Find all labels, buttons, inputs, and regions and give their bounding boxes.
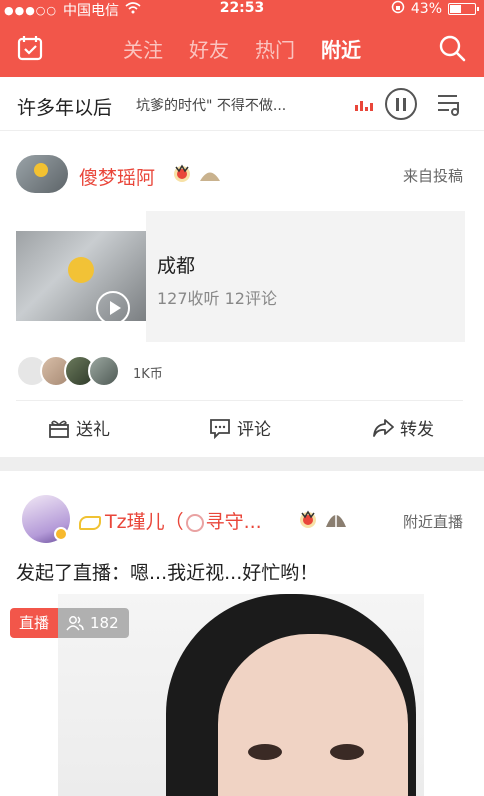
battery-icon	[448, 3, 479, 15]
emoji-icon	[185, 513, 204, 532]
vip-badge-icon	[54, 527, 68, 541]
tab-hot[interactable]: 热门	[255, 34, 295, 63]
battery-fill	[450, 5, 462, 13]
avatar[interactable]	[22, 495, 70, 543]
rank-badge-icon	[298, 509, 318, 529]
avatar[interactable]	[16, 155, 68, 193]
viewer-count-text: 182	[90, 614, 119, 632]
action-bar: 送礼 评论 转发	[0, 415, 484, 445]
play-icon[interactable]	[96, 291, 130, 321]
audio-card[interactable]: 成都 127收听 12评论	[16, 211, 465, 342]
comment-label: 评论	[237, 420, 271, 440]
share-button[interactable]: 转发	[372, 415, 434, 440]
audio-stats: 127收听 12评论	[157, 289, 277, 308]
divider	[16, 400, 463, 401]
section-separator	[0, 457, 484, 471]
scrolling-ticker: 坑爹的时代" 不得不做...	[136, 98, 287, 114]
audio-title: 成都	[157, 255, 196, 277]
search-icon[interactable]	[438, 34, 466, 62]
audio-thumbnail[interactable]	[16, 231, 146, 321]
tab-bar: 关注 好友 热门 附近	[0, 34, 484, 63]
viewer-count: 182	[58, 608, 129, 638]
post-source: 来自投稿	[402, 167, 463, 185]
comment-button[interactable]: 评论	[209, 415, 271, 440]
coin-count: 1K币	[133, 367, 163, 382]
equalizer-icon	[355, 101, 373, 111]
level-badge-icon	[324, 509, 348, 529]
rotation-lock-icon	[391, 0, 405, 18]
main-nav: 关注 好友 热门 附近	[0, 28, 484, 72]
share-icon	[373, 418, 394, 437]
gift-senders[interactable]	[16, 355, 120, 387]
tab-follow[interactable]: 关注	[123, 34, 163, 63]
battery-percent: 43%	[410, 1, 442, 17]
top-bar: ●●●○○ 中国电信 22:53 43% 关注 好友 热门 附近	[0, 0, 484, 77]
live-badge: 直播 182	[10, 608, 129, 638]
battery-group: 43%	[391, 0, 479, 18]
gift-icon	[49, 420, 69, 438]
now-playing-bar[interactable]: 许多年以后 坑爹的时代" 不得不做...	[0, 77, 484, 131]
pause-button[interactable]	[385, 88, 417, 120]
username-text: Tz瑾儿（	[105, 511, 184, 533]
feed-post: 傻梦瑶阿 来自投稿 成都 127收听 12评论 1K币 送礼 评论 转发	[0, 131, 484, 457]
username-tail: 寻守...	[205, 511, 262, 533]
post-text: 发起了直播：嗯...我近视...好忙哟！	[16, 562, 319, 584]
status-bar: ●●●○○ 中国电信 22:53 43%	[0, 0, 484, 19]
username[interactable]: Tz瑾儿（ 寻守...	[79, 507, 262, 534]
tab-nearby[interactable]: 附近	[321, 34, 361, 63]
users-icon	[66, 616, 84, 631]
gift-button[interactable]: 送礼	[48, 415, 110, 440]
feed-post: Tz瑾儿（ 寻守... 附近直播 发起了直播：嗯...我近视...好忙哟！ 直播 …	[0, 471, 484, 796]
username[interactable]: 傻梦瑶阿	[79, 163, 155, 190]
gift-label: 送礼	[76, 420, 110, 440]
playlist-icon[interactable]	[435, 89, 465, 119]
rank-badge-icon	[172, 163, 192, 183]
live-tag: 直播	[10, 608, 59, 638]
post-source: 附近直播	[402, 513, 463, 531]
tab-friends[interactable]: 好友	[189, 34, 229, 63]
level-badge-icon	[198, 167, 222, 181]
comment-icon	[210, 418, 230, 439]
share-label: 转发	[400, 420, 434, 440]
medal-icon	[79, 515, 101, 530]
gifter-avatar[interactable]	[88, 355, 120, 387]
song-title: 许多年以后	[17, 97, 113, 119]
